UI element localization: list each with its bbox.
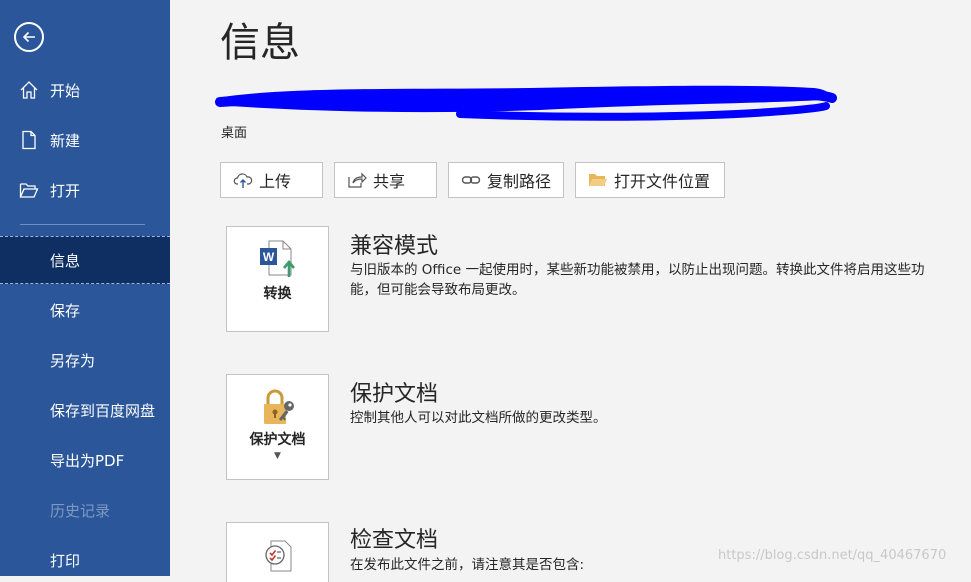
home-icon — [0, 80, 50, 100]
cloud-upload-icon — [233, 173, 253, 188]
redaction-scribble — [215, 85, 837, 121]
convert-button[interactable]: W 转换 — [226, 226, 329, 332]
sidebar-item-print[interactable]: 打印 — [0, 536, 170, 576]
sidebar-item-label: 打印 — [50, 551, 81, 570]
sidebar-item-save-as[interactable]: 另存为 — [0, 336, 170, 384]
svg-text:W: W — [263, 250, 275, 264]
new-document-icon — [0, 130, 50, 150]
sidebar-item-history: 历史记录 — [0, 486, 170, 534]
sidebar-divider — [20, 224, 145, 225]
sidebar-item-label: 保存到百度网盘 — [50, 401, 156, 420]
sidebar-item-info[interactable]: 信息 — [0, 236, 170, 284]
link-icon — [461, 176, 481, 184]
sidebar-item-label: 新建 — [50, 131, 81, 150]
check-document-button[interactable] — [226, 522, 329, 582]
sidebar-item-label: 开始 — [50, 81, 81, 100]
copy-path-label: 复制路径 — [487, 172, 552, 191]
sidebar-item-label: 导出为PDF — [50, 451, 125, 470]
folder-icon — [589, 174, 607, 186]
sidebar-item-save[interactable]: 保存 — [0, 286, 170, 334]
protect-document-label: 保护文档 — [249, 432, 306, 448]
sidebar-item-home[interactable]: 开始 — [0, 66, 170, 114]
backstage-sidebar: 开始 新建 打开 信息 保存 另存为 保存到百度网盘 导出为PDF 历史记录 打… — [0, 0, 170, 576]
convert-label: 转换 — [263, 286, 292, 302]
page-title: 信息 — [220, 20, 300, 66]
check-document-title: 检查文档 — [350, 528, 439, 553]
inspect-document-icon — [265, 540, 292, 572]
folder-open-icon — [0, 180, 50, 200]
sidebar-item-save-to-baidu[interactable]: 保存到百度网盘 — [0, 386, 170, 434]
upload-button[interactable]: 上传 — [220, 162, 323, 198]
copy-path-button[interactable]: 复制路径 — [448, 162, 564, 198]
lock-key-icon — [264, 389, 294, 424]
share-icon — [348, 172, 367, 188]
upload-label: 上传 — [259, 172, 292, 191]
sidebar-item-label: 另存为 — [50, 351, 96, 370]
sidebar-item-label: 信息 — [50, 251, 81, 270]
document-location: 桌面 — [221, 126, 248, 141]
open-file-location-label: 打开文件位置 — [614, 172, 711, 191]
word-convert-icon: W — [260, 240, 295, 277]
compatibility-mode-description: 与旧版本的 Office 一起使用时，某些新功能被禁用，以防止出现问题。转换此文… — [350, 262, 925, 298]
watermark: https://blog.csdn.net/qq_40467670 — [718, 548, 947, 563]
compatibility-mode-title: 兼容模式 — [350, 234, 439, 259]
open-file-location-button[interactable]: 打开文件位置 — [575, 162, 725, 198]
protect-document-button[interactable]: 保护文档 ▼ — [226, 374, 329, 480]
sidebar-item-label: 历史记录 — [50, 501, 111, 520]
sidebar-item-label: 打开 — [50, 181, 81, 200]
arrow-left-icon — [22, 31, 35, 43]
protect-document-title: 保护文档 — [350, 382, 439, 407]
sidebar-item-label: 保存 — [50, 301, 81, 320]
back-button[interactable] — [14, 22, 44, 52]
sidebar-item-new[interactable]: 新建 — [0, 116, 170, 164]
share-label: 共享 — [373, 172, 406, 191]
chevron-down-icon: ▼ — [274, 451, 281, 461]
protect-document-description: 控制其他人可以对此文档所做的更改类型。 — [350, 410, 607, 426]
share-button[interactable]: 共享 — [334, 162, 437, 198]
sidebar-item-export-pdf[interactable]: 导出为PDF — [0, 436, 170, 484]
sidebar-item-open[interactable]: 打开 — [0, 166, 170, 214]
